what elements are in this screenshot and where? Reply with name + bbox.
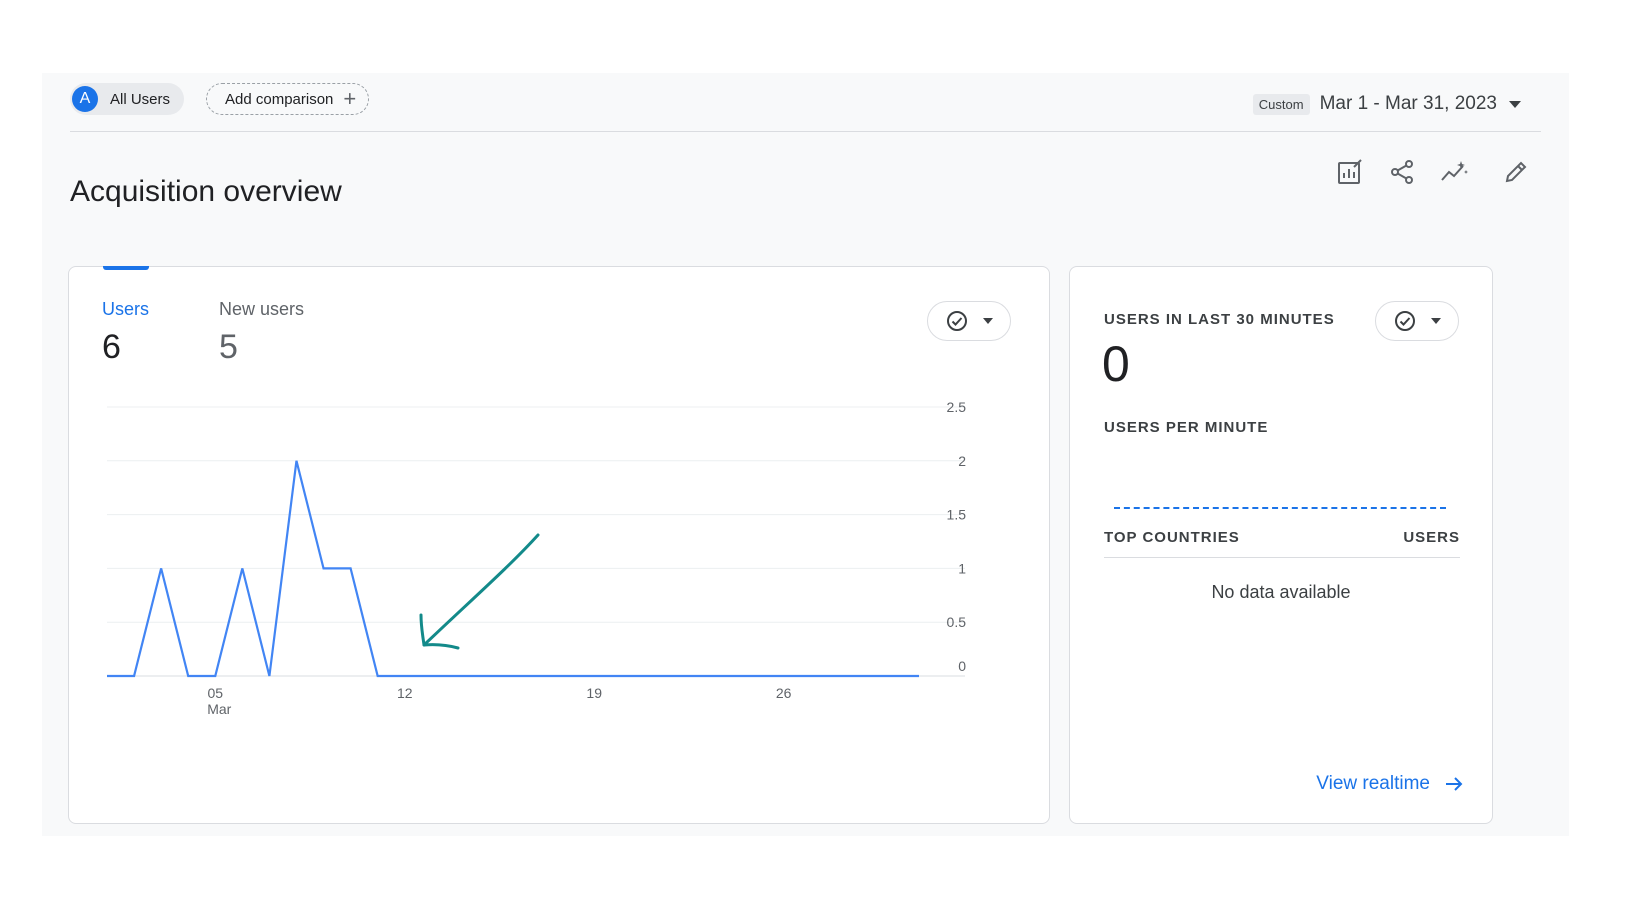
view-realtime-label: View realtime [1316, 773, 1430, 794]
insights-icon[interactable] [1437, 155, 1471, 189]
users-column-label: USERS [1403, 529, 1460, 546]
y-tick-label: 2 [958, 453, 966, 469]
annotation-arrow-shaft [422, 533, 540, 647]
y-tick-label: 0.5 [947, 614, 967, 630]
segment-avatar: A [72, 86, 98, 112]
report-toolbar [1315, 155, 1533, 189]
y-tick-label: 1 [958, 560, 966, 576]
customize-report-icon[interactable] [1333, 155, 1367, 189]
top-countries-header: TOP COUNTRIES USERS [1104, 529, 1460, 558]
chevron-down-icon [1509, 100, 1521, 108]
realtime-status-dropdown[interactable] [1375, 301, 1459, 341]
date-range-picker[interactable]: Custom Mar 1 - Mar 31, 2023 [1252, 93, 1521, 115]
view-realtime-link[interactable]: View realtime [1316, 773, 1464, 795]
users-per-minute-label: USERS PER MINUTE [1104, 419, 1269, 436]
date-range-text: Mar 1 - Mar 31, 2023 [1319, 93, 1497, 114]
y-tick-label: 1.5 [947, 507, 967, 523]
x-tick-label: 05 [207, 685, 223, 701]
add-comparison-label: Add comparison [225, 90, 334, 108]
realtime-title: USERS IN LAST 30 MINUTES [1104, 311, 1335, 328]
page-title: Acquisition overview [70, 175, 342, 209]
users-per-minute-sparkline [1114, 507, 1446, 509]
comparison-bar: A All Users Add comparison + Custom Mar … [70, 83, 1541, 132]
x-tick-label: 12 [397, 685, 413, 701]
date-custom-badge: Custom [1252, 93, 1310, 115]
report-panel: A All Users Add comparison + Custom Mar … [42, 73, 1569, 836]
realtime-card: USERS IN LAST 30 MINUTES 0 USERS PER MIN… [1069, 266, 1493, 824]
y-tick-label: 2.5 [947, 399, 967, 415]
chevron-down-icon [1431, 318, 1441, 324]
x-tick-label: 19 [586, 685, 602, 701]
check-circle-icon [1395, 311, 1415, 331]
add-comparison-button[interactable]: Add comparison + [206, 83, 370, 115]
x-tick-label: 26 [776, 685, 792, 701]
arrow-right-icon [1446, 777, 1463, 791]
plus-icon: + [343, 86, 357, 111]
segment-chip-all-users[interactable]: A All Users [70, 83, 185, 115]
segment-label: All Users [110, 90, 171, 108]
x-tick-sublabel: Mar [207, 701, 231, 717]
users-chart-card: Users 6 New users 5 2.5 2 1.5 1 0.5 0 05 Mar 12 1… [68, 266, 1050, 824]
y-tick-label: 0 [958, 658, 966, 674]
no-data-message: No data available [1211, 582, 1351, 602]
share-icon[interactable] [1385, 155, 1419, 189]
top-countries-label: TOP COUNTRIES [1104, 529, 1240, 546]
realtime-users-value: 0 [1102, 336, 1130, 392]
users-line-chart: 2.5 2 1.5 1 0.5 0 05Mar 12 19 26 [107, 399, 967, 717]
edit-icon[interactable] [1499, 155, 1533, 189]
